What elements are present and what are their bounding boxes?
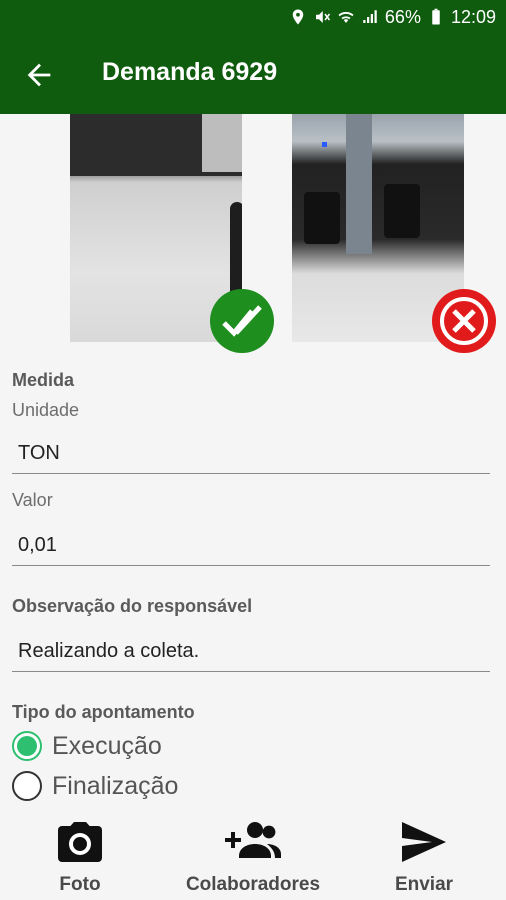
status-icons: 66% 12:09 <box>289 6 496 28</box>
colaboradores-label: Colaboradores <box>185 874 321 895</box>
colaboradores-button[interactable]: Colaboradores <box>176 810 330 900</box>
send-icon <box>402 822 446 862</box>
valor-label: Valor <box>12 490 53 510</box>
page-title: Demanda 6929 <box>102 58 278 86</box>
unidade-label: Unidade <box>12 400 80 420</box>
status-bar: 66% 12:09 <box>0 0 506 34</box>
enviar-button[interactable]: Enviar <box>376 810 472 900</box>
valor-field[interactable]: 0,01 <box>12 522 490 566</box>
valor-value: 0,01 <box>18 534 57 556</box>
foto-button[interactable]: Foto <box>30 810 130 900</box>
approve-button[interactable] <box>210 289 274 353</box>
close-icon <box>440 297 488 345</box>
app-bar: Demanda 6929 <box>0 34 506 114</box>
medida-title: Medida <box>12 370 75 390</box>
observacao-field[interactable]: Realizando a coleta. <box>12 628 490 672</box>
radio-finalizacao-label: Finalização <box>52 772 179 800</box>
signal-icon <box>363 10 377 23</box>
camera-icon <box>58 822 102 862</box>
tipo-apontamento-label: Tipo do apontamento <box>12 702 195 722</box>
bottom-action-bar: Foto Colaboradores Enviar <box>0 810 506 900</box>
wifi-icon <box>338 12 354 23</box>
observacao-label: Observação do responsável <box>12 596 253 616</box>
radio-finalizacao[interactable] <box>12 771 42 801</box>
reject-button[interactable] <box>432 289 496 353</box>
add-people-icon <box>225 822 281 858</box>
battery-percent: 66% <box>384 6 421 27</box>
double-check-icon <box>222 305 262 337</box>
foto-label: Foto <box>59 874 101 895</box>
unidade-field[interactable]: TON <box>12 430 490 474</box>
clock: 12:09 <box>450 6 496 27</box>
mute-icon <box>315 11 331 23</box>
observacao-value: Realizando a coleta. <box>18 640 200 662</box>
enviar-label: Enviar <box>394 874 454 895</box>
radio-execucao-label: Execução <box>52 732 162 760</box>
battery-icon <box>432 8 440 25</box>
back-arrow-icon[interactable] <box>22 58 56 92</box>
location-icon <box>292 9 304 25</box>
unidade-value: TON <box>18 442 60 464</box>
radio-execucao[interactable] <box>12 731 42 761</box>
